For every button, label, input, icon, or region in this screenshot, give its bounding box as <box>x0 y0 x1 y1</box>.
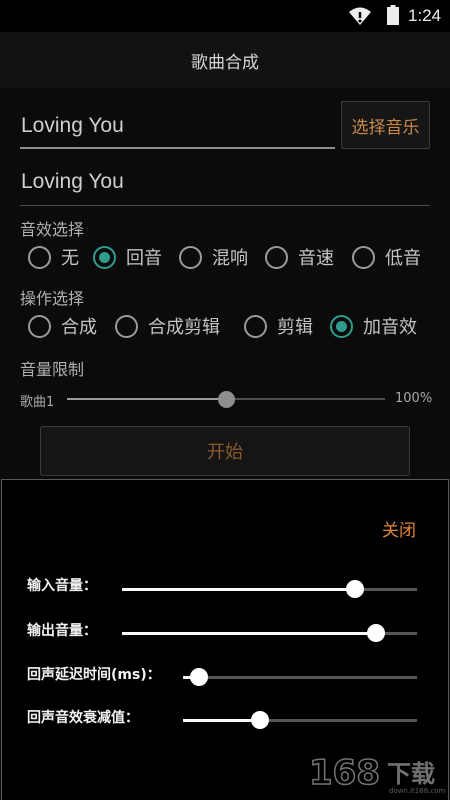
effects-label: 音效选择 <box>20 220 85 239</box>
status-time: 1:24 <box>408 6 442 25</box>
operation-radio-merge-cut[interactable]: 合成剪辑 <box>115 311 220 341</box>
radio-label: 剪辑 <box>277 317 313 338</box>
echo-delay-label: 回声延迟时间(ms)： <box>27 667 161 683</box>
slider-thumb[interactable] <box>251 711 270 729</box>
slider-fill <box>122 632 376 635</box>
slider-fill <box>183 719 261 722</box>
echo-delay-slider[interactable] <box>183 668 417 686</box>
volume-limit-value: 100% <box>395 391 433 406</box>
slider-thumb[interactable] <box>366 624 385 642</box>
effect-radio-reverb[interactable]: 混响 <box>179 242 248 272</box>
output-volume-label: 输出音量： <box>27 623 97 639</box>
output-volume-slider[interactable] <box>122 624 417 642</box>
radio-label: 低音 <box>385 248 421 269</box>
effect-radio-none[interactable]: 无 <box>28 242 79 272</box>
song2-input[interactable]: Loving You <box>21 170 124 194</box>
radio-circle[interactable] <box>330 314 353 338</box>
operation-radio-add-effect[interactable]: 加音效 <box>330 311 417 341</box>
radio-label: 无 <box>61 248 79 269</box>
radio-label: 回音 <box>126 248 162 269</box>
song1-input-underline <box>20 147 335 149</box>
battery-icon <box>387 5 399 25</box>
radio-circle[interactable] <box>115 314 138 338</box>
status-bar: 1:24 <box>0 0 450 32</box>
volume-limit-label: 音量限制 <box>20 360 85 379</box>
slider-fill <box>122 588 356 591</box>
radio-circle[interactable] <box>265 245 288 269</box>
operations-label: 操作选择 <box>20 289 85 308</box>
operation-radio-cut[interactable]: 剪辑 <box>244 311 313 341</box>
radio-circle[interactable] <box>179 245 202 269</box>
radio-label: 混响 <box>212 248 248 269</box>
radio-label: 加音效 <box>363 317 417 338</box>
radio-circle[interactable] <box>244 314 267 338</box>
wifi-icon <box>349 7 371 25</box>
svg-text:下载: 下载 <box>387 760 435 788</box>
radio-circle[interactable] <box>93 245 116 269</box>
song1-slider-label: 歌曲1 <box>20 395 55 410</box>
echo-decay-label: 回声音效衰减值： <box>27 710 139 726</box>
song1-input[interactable]: Loving You <box>21 114 124 138</box>
slider-thumb[interactable] <box>218 391 235 408</box>
watermark-logo: 168 下载 down.it168.com <box>308 752 445 795</box>
song2-input-underline <box>20 205 430 206</box>
effect-radio-speed[interactable]: 音速 <box>265 242 334 272</box>
radio-circle[interactable] <box>352 245 375 269</box>
operation-radio-merge[interactable]: 合成 <box>28 311 97 341</box>
start-button[interactable]: 开始 <box>40 426 410 476</box>
action-bar: 歌曲合成 <box>0 32 450 88</box>
slider-thumb[interactable] <box>190 668 209 686</box>
input-volume-slider[interactable] <box>122 580 417 598</box>
radio-label: 合成 <box>61 317 97 338</box>
close-button[interactable]: 关闭 <box>382 516 416 541</box>
radio-label: 音速 <box>298 248 334 269</box>
radio-circle[interactable] <box>28 314 51 338</box>
input-volume-label: 输入音量： <box>27 578 97 594</box>
effect-radio-echo[interactable]: 回音 <box>93 242 162 272</box>
effect-radio-bass[interactable]: 低音 <box>352 242 421 272</box>
select-music-button[interactable]: 选择音乐 <box>341 101 430 149</box>
page-title: 歌曲合成 <box>191 53 259 73</box>
slider-thumb[interactable] <box>346 580 365 598</box>
radio-label: 合成剪辑 <box>148 317 220 338</box>
svg-text:168: 168 <box>309 753 380 793</box>
radio-circle[interactable] <box>28 245 51 269</box>
svg-text:down.it168.com: down.it168.com <box>389 787 445 795</box>
slider-fill <box>67 398 226 400</box>
echo-decay-slider[interactable] <box>183 711 417 729</box>
volume-limit-slider[interactable] <box>67 391 385 408</box>
